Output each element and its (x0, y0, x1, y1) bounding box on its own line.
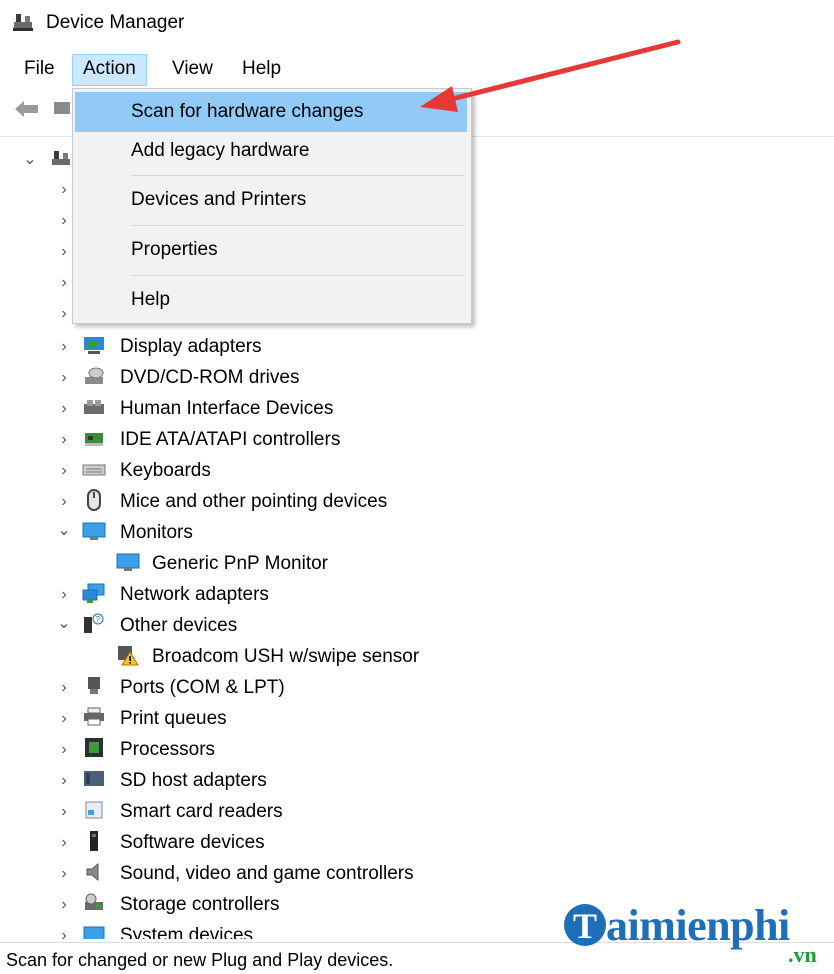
tree-item[interactable]: › IDE ATA/ATAPI controllers (0, 425, 700, 456)
dvd-drive-icon (85, 367, 104, 384)
system-device-icon (83, 926, 105, 939)
chevron-right-icon[interactable]: › (54, 492, 74, 512)
chevron-right-icon[interactable]: › (54, 709, 74, 729)
chevron-right-icon[interactable]: › (54, 180, 74, 200)
svg-text:?: ? (96, 615, 101, 624)
menu-file[interactable]: File (14, 54, 65, 84)
menu-separator (131, 175, 465, 176)
chevron-right-icon[interactable]: › (54, 399, 74, 419)
warning-device-icon (118, 646, 139, 666)
chevron-right-icon[interactable]: › (54, 771, 74, 791)
window-title: Device Manager (46, 12, 185, 33)
menu-item-devices-printers[interactable]: Devices and Printers (75, 180, 467, 220)
chevron-down-icon[interactable]: ⌄ (54, 614, 74, 634)
chevron-right-icon[interactable]: › (54, 430, 74, 450)
monitor-icon (116, 553, 140, 571)
chevron-right-icon[interactable]: › (54, 740, 74, 760)
chevron-right-icon[interactable]: › (54, 242, 74, 262)
forward-arrow-icon[interactable] (54, 102, 70, 114)
monitor-icon (82, 522, 106, 540)
chevron-right-icon[interactable]: › (54, 368, 74, 388)
speaker-icon (86, 862, 99, 882)
watermark-initial: T (564, 904, 606, 946)
tree-item[interactable]: › SD host adapters (0, 766, 700, 797)
tree-item[interactable]: › Display adapters (0, 332, 700, 363)
mouse-icon (87, 489, 101, 511)
other-devices-icon: ? (84, 613, 104, 633)
chevron-down-icon[interactable]: ⌄ (54, 521, 74, 541)
hid-icon (84, 400, 104, 414)
menu-action[interactable]: Action (72, 54, 147, 86)
tree-item[interactable]: › Processors (0, 735, 700, 766)
action-menu-dropdown: Scan for hardware changes Add legacy har… (72, 88, 472, 324)
chevron-down-icon[interactable]: ⌄ (20, 150, 40, 170)
computer-icon (52, 151, 70, 165)
device-manager-icon (13, 14, 33, 31)
printer-icon (84, 707, 104, 726)
status-text: Scan for changed or new Plug and Play de… (6, 950, 394, 970)
storage-controller-icon (85, 893, 103, 910)
network-adapter-icon (82, 583, 105, 603)
chevron-right-icon[interactable]: › (54, 211, 74, 231)
chevron-right-icon[interactable]: › (54, 585, 74, 605)
menu-item-add-legacy-hardware[interactable]: Add legacy hardware (75, 131, 467, 171)
software-device-icon (90, 831, 98, 851)
port-icon (88, 677, 100, 694)
tree-child-item[interactable]: Broadcom USH w/swipe sensor (0, 642, 700, 673)
menu-item-help[interactable]: Help (75, 280, 467, 320)
chevron-right-icon[interactable]: › (54, 833, 74, 853)
tree-item[interactable]: › Sound, video and game controllers (0, 859, 700, 890)
tree-child-item[interactable]: Generic PnP Monitor (0, 549, 700, 580)
display-adapter-icon (84, 337, 104, 354)
tree-item[interactable]: › Ports (COM & LPT) (0, 673, 700, 704)
tree-item[interactable]: › Human Interface Devices (0, 394, 700, 425)
processor-icon (85, 738, 103, 757)
menu-separator (131, 275, 465, 276)
tree-item[interactable]: › Print queues (0, 704, 700, 735)
sd-adapter-icon (84, 771, 104, 786)
chevron-right-icon[interactable]: › (54, 926, 74, 939)
tree-item-expanded[interactable]: ⌄ ? Other devices (0, 611, 700, 642)
tree-item[interactable]: › Network adapters (0, 580, 700, 611)
chevron-right-icon[interactable]: › (54, 337, 74, 357)
tree-item-expanded[interactable]: ⌄ Monitors (0, 518, 700, 549)
chevron-right-icon[interactable]: › (54, 895, 74, 915)
chevron-right-icon[interactable]: › (54, 864, 74, 884)
chevron-right-icon[interactable]: › (54, 678, 74, 698)
chevron-right-icon[interactable]: › (54, 304, 74, 324)
ide-controller-icon (85, 433, 103, 446)
chevron-right-icon[interactable]: › (54, 461, 74, 481)
tree-item[interactable]: › Keyboards (0, 456, 700, 487)
tree-item[interactable]: › Mice and other pointing devices (0, 487, 700, 518)
menu-item-properties[interactable]: Properties (75, 230, 467, 270)
menu-view[interactable]: View (162, 54, 223, 84)
annotation-arrow-icon (420, 39, 681, 112)
menu-separator (131, 225, 465, 226)
chevron-right-icon[interactable]: › (54, 273, 74, 293)
tree-item[interactable]: › DVD/CD-ROM drives (0, 363, 700, 394)
smart-card-icon (85, 801, 103, 819)
watermark-brand: aimienphi (606, 901, 790, 950)
chevron-right-icon[interactable]: › (54, 802, 74, 822)
tree-item[interactable]: › Software devices (0, 828, 700, 859)
tree-item[interactable]: › Smart card readers (0, 797, 700, 828)
back-arrow-icon[interactable] (14, 100, 40, 118)
watermark-suffix: .vn (788, 942, 817, 967)
menu-help[interactable]: Help (232, 54, 291, 84)
watermark-logo: T aimienphi .vn (560, 898, 834, 973)
keyboard-icon (82, 464, 106, 476)
